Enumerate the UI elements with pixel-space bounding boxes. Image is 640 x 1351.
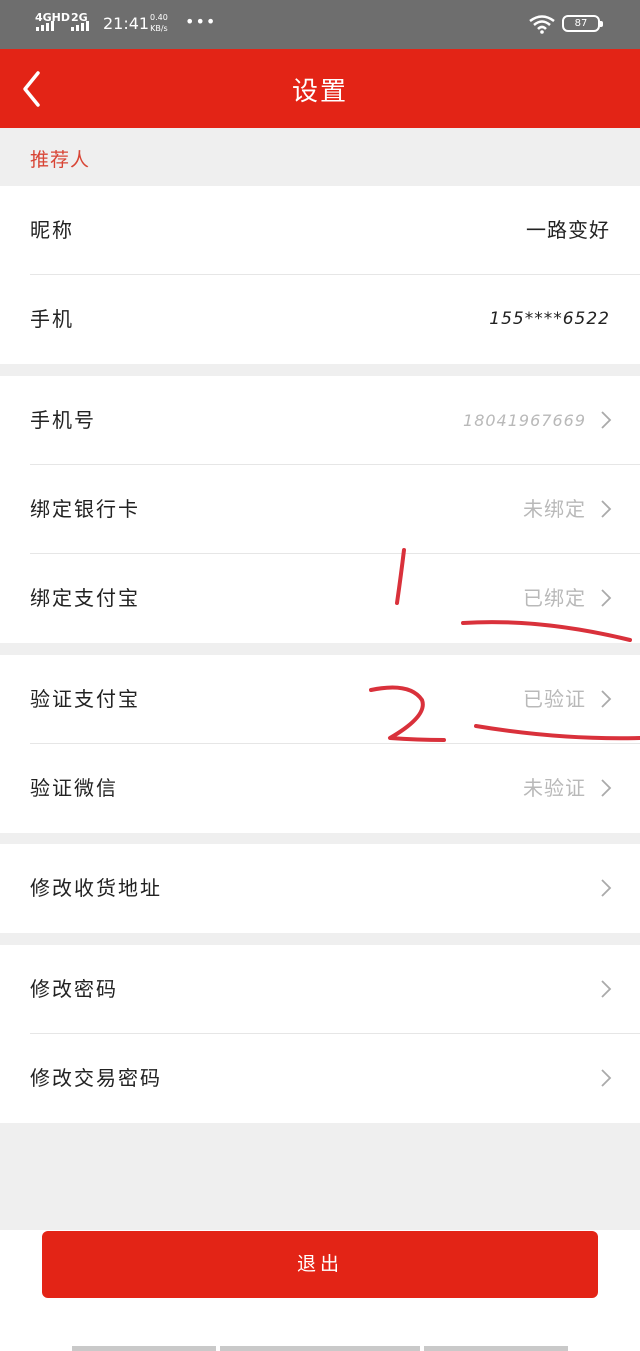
referrer-phone-label: 手机 xyxy=(30,307,74,331)
chevron-right-icon xyxy=(601,980,612,998)
nickname-label: 昵称 xyxy=(30,218,74,242)
nav-gesture-bar-right xyxy=(424,1346,568,1351)
logout-button[interactable]: 退出 xyxy=(42,1231,598,1298)
change-password-row[interactable]: 修改密码 xyxy=(0,945,640,1034)
network-speed-unit: KB/s xyxy=(150,24,168,33)
bind-bank-card-row[interactable]: 绑定银行卡 未绑定 xyxy=(0,464,640,554)
chevron-right-icon xyxy=(601,690,612,708)
nav-gesture-bar-center xyxy=(220,1346,420,1351)
nav-bar: 设置 xyxy=(0,49,640,128)
phone-number-value: 18041967669 xyxy=(463,411,586,430)
bind-alipay-label: 绑定支付宝 xyxy=(30,586,140,610)
more-notifications-icon: ••• xyxy=(185,12,217,31)
verify-alipay-label: 验证支付宝 xyxy=(30,687,140,711)
chevron-right-icon xyxy=(601,879,612,897)
battery-level: 87 xyxy=(574,18,588,29)
phone-number-label: 手机号 xyxy=(30,408,96,432)
signal-icon-2 xyxy=(71,21,89,31)
section-title: 推荐人 xyxy=(30,149,91,171)
nickname-row: 昵称 一路变好 xyxy=(0,186,640,275)
status-bar: 4GHD 2G 21:41 0.40 KB/s ••• 87 xyxy=(0,0,640,49)
nickname-value: 一路变好 xyxy=(526,218,610,242)
chevron-right-icon xyxy=(601,589,612,607)
content-spacer xyxy=(0,1123,640,1230)
account-group: 手机号 18041967669 绑定银行卡 未绑定 绑定支付宝 已绑定 xyxy=(0,376,640,643)
battery-icon: 87 xyxy=(562,15,603,32)
bind-alipay-status: 已绑定 xyxy=(523,586,586,610)
phone-number-row[interactable]: 手机号 18041967669 xyxy=(0,376,640,465)
network-speed-value: 0.40 xyxy=(150,13,168,22)
bind-bank-card-label: 绑定银行卡 xyxy=(30,497,140,521)
signal-icon-1 xyxy=(36,21,54,31)
chevron-right-icon xyxy=(601,411,612,429)
change-trade-password-row[interactable]: 修改交易密码 xyxy=(0,1033,640,1123)
edit-address-row[interactable]: 修改收货地址 xyxy=(0,844,640,933)
page-title: 设置 xyxy=(291,77,348,107)
verify-alipay-row[interactable]: 验证支付宝 已验证 xyxy=(0,655,640,744)
edit-address-label: 修改收货地址 xyxy=(30,876,162,900)
change-password-label: 修改密码 xyxy=(30,977,118,1001)
network-speed: 0.40 KB/s xyxy=(150,12,168,34)
wifi-icon xyxy=(529,15,555,34)
referrer-phone-value: 155****6522 xyxy=(489,309,610,329)
referrer-group: 昵称 一路变好 手机 155****6522 xyxy=(0,186,640,364)
change-trade-password-label: 修改交易密码 xyxy=(30,1066,162,1090)
verify-wechat-label: 验证微信 xyxy=(30,776,118,800)
section-header-referrer: 推荐人 xyxy=(0,128,640,186)
password-group: 修改密码 修改交易密码 xyxy=(0,945,640,1123)
nav-gesture-bar-left xyxy=(72,1346,216,1351)
verify-wechat-status: 未验证 xyxy=(523,776,586,800)
bind-alipay-row[interactable]: 绑定支付宝 已绑定 xyxy=(0,553,640,643)
address-group: 修改收货地址 xyxy=(0,844,640,933)
chevron-right-icon xyxy=(601,500,612,518)
chevron-right-icon xyxy=(601,779,612,797)
referrer-phone-row: 手机 155****6522 xyxy=(0,274,640,364)
chevron-right-icon xyxy=(601,1069,612,1087)
bind-bank-card-status: 未绑定 xyxy=(523,497,586,521)
verify-wechat-row[interactable]: 验证微信 未验证 xyxy=(0,743,640,833)
verify-alipay-status: 已验证 xyxy=(523,687,586,711)
status-time: 21:41 xyxy=(103,14,150,33)
verify-group: 验证支付宝 已验证 验证微信 未验证 xyxy=(0,655,640,833)
